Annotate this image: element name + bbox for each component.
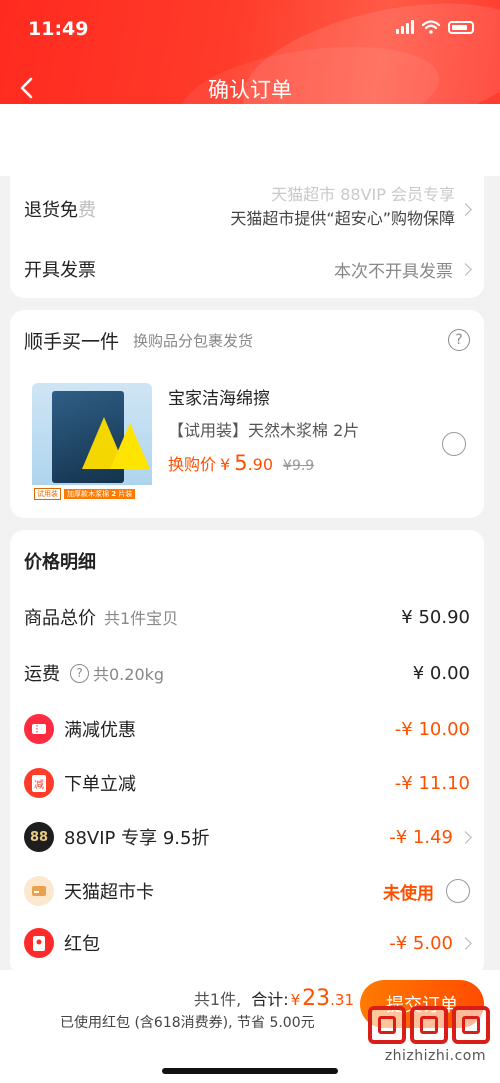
price-detail-card: 价格明细 商品总价 共1件宝贝 ¥ 50.90 运费 ? 共0.20kg ¥ 0… xyxy=(10,530,484,976)
invoice-label: 开具发票 xyxy=(24,260,96,281)
return-line1: 天猫超市 88VIP 会员专享 xyxy=(271,185,455,204)
battery-icon xyxy=(448,20,474,34)
return-label: 退货免费 xyxy=(24,200,96,221)
address-placeholder xyxy=(0,104,500,176)
page-title: 确认订单 xyxy=(208,78,292,102)
chevron-right-icon xyxy=(459,262,472,276)
addon-card: 顺手买一件 换购品分包裹发货 ? 试用装 加厚款木浆棉 2 片装 宝家洁海绵擦 … xyxy=(10,310,484,518)
price-detail-title: 价格明细 xyxy=(24,552,96,573)
invoice-value: 本次不开具发票 xyxy=(334,261,453,282)
price-row-discount: 满减优惠 -¥ 10.00 xyxy=(24,712,470,746)
return-line2: 天猫超市提供“超安心”购物保障 xyxy=(230,209,455,228)
red-packet-icon xyxy=(24,928,54,958)
card-select-radio[interactable] xyxy=(446,879,470,903)
price-row-card[interactable]: 天猫超市卡 未使用 xyxy=(24,874,470,908)
price-row-shipping: 运费 ? 共0.20kg ¥ 0.00 xyxy=(24,662,470,686)
addon-orig-price: ¥9.9 xyxy=(283,458,315,474)
chevron-right-icon xyxy=(459,202,472,216)
addon-price: 换购价 ¥ 5 .90 ¥9.9 xyxy=(168,451,315,475)
invoice-row[interactable]: 开具发票 本次不开具发票 xyxy=(24,248,472,290)
status-time: 11:49 xyxy=(28,18,89,40)
service-card: 退货免费 天猫超市 88VIP 会员专享 天猫超市提供“超安心”购物保障 开具发… xyxy=(10,176,484,298)
addon-product-name[interactable]: 宝家洁海绵擦 xyxy=(168,384,359,409)
order-total: 共1件, 合计: ¥ 23 .31 xyxy=(193,986,354,1011)
price-row-goods: 商品总价 共1件宝贝 ¥ 50.90 xyxy=(24,606,470,630)
price-row-vip[interactable]: 88 88VIP 专享 9.5折 -¥ 1.49 xyxy=(24,820,472,854)
addon-select-radio[interactable] xyxy=(442,432,466,456)
reduce-icon: 减 xyxy=(24,768,54,798)
price-row-redpacket[interactable]: 红包 -¥ 5.00 xyxy=(24,926,472,960)
home-indicator xyxy=(162,1068,338,1074)
price-row-instant-reduce: 减 下单立减 -¥ 11.10 xyxy=(24,766,470,800)
addon-product-desc: 【试用装】天然木浆棉 2片 xyxy=(168,421,360,440)
watermark-logo xyxy=(364,1006,490,1048)
help-icon[interactable]: ? xyxy=(448,329,470,351)
watermark-text: zhizhizhi.com xyxy=(384,1048,486,1064)
product-image[interactable]: 试用装 加厚款木浆棉 2 片装 xyxy=(32,383,152,503)
card-icon xyxy=(24,876,54,906)
saving-note: 已使用红包 (含618消费券), 节省 5.00元 xyxy=(60,1015,315,1031)
signal-icon xyxy=(396,20,414,34)
addon-subtitle: 换购品分包裹发货 xyxy=(133,331,254,350)
vip-icon: 88 xyxy=(24,822,54,852)
addon-title: 顺手买一件 xyxy=(24,330,120,353)
wifi-icon xyxy=(422,20,440,34)
header-bar: 11:49 确认订单 xyxy=(0,0,500,120)
help-icon[interactable]: ? xyxy=(70,663,89,683)
status-icons xyxy=(396,20,474,34)
chevron-right-icon xyxy=(459,830,472,844)
return-row[interactable]: 退货免费 天猫超市 88VIP 会员专享 天猫超市提供“超安心”购物保障 xyxy=(24,184,472,234)
chevron-right-icon xyxy=(459,936,472,950)
coupon-icon xyxy=(24,714,54,744)
